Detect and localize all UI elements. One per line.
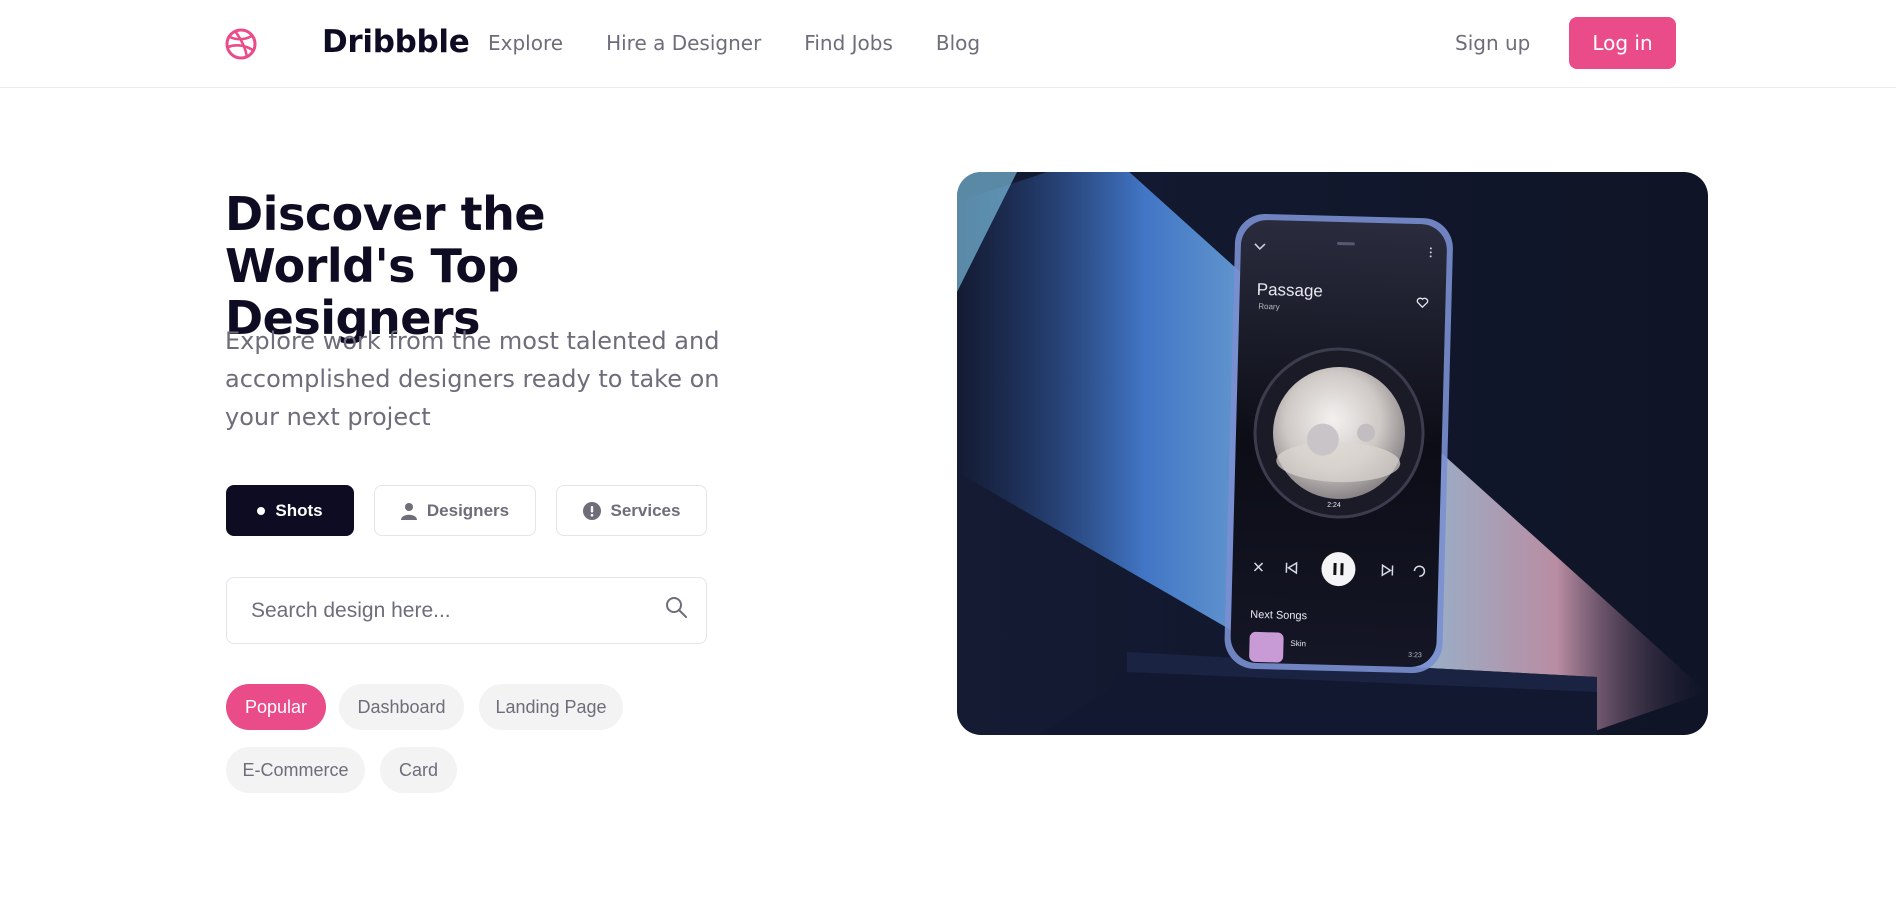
info-icon — [582, 501, 601, 520]
nav-explore[interactable]: Explore — [488, 31, 563, 55]
dot-icon — [257, 506, 266, 515]
tab-shots-label: Shots — [275, 500, 323, 520]
tab-shots[interactable]: Shots — [226, 485, 354, 536]
log-in-button[interactable]: Log in — [1569, 17, 1676, 69]
next-songs-label: Next Songs — [1250, 609, 1308, 622]
person-icon — [400, 502, 417, 520]
search-box — [226, 577, 707, 644]
tag-landing-page[interactable]: Landing Page — [479, 684, 623, 730]
next-song-title: Skin — [1290, 639, 1306, 648]
next-song-duration: 3:23 — [1408, 652, 1422, 659]
song-time: 2:24 — [1327, 502, 1341, 509]
dribbble-logo-icon[interactable] — [224, 27, 258, 61]
search-icon[interactable] — [664, 595, 688, 619]
hero-subtitle: Explore work from the most talented and … — [225, 327, 720, 431]
tab-services[interactable]: Services — [556, 485, 707, 536]
sign-up-link[interactable]: Sign up — [1455, 31, 1530, 55]
tab-services-label: Services — [610, 500, 681, 520]
song-title: Passage — [1257, 280, 1324, 301]
tab-designers-label: Designers — [426, 500, 510, 520]
nav-hire-a-designer[interactable]: Hire a Designer — [606, 31, 761, 55]
tag-card[interactable]: Card — [380, 747, 457, 793]
search-input[interactable] — [251, 596, 631, 626]
tag-popular[interactable]: Popular — [226, 684, 326, 730]
main-nav: Explore Hire a Designer Find Jobs Blog — [488, 31, 980, 55]
category-tabs: Shots Designers Services — [226, 485, 707, 536]
brand-name[interactable]: Dribbble — [322, 24, 470, 60]
nav-blog[interactable]: Blog — [936, 31, 980, 55]
nav-find-jobs[interactable]: Find Jobs — [804, 31, 893, 55]
tag-dashboard[interactable]: Dashboard — [339, 684, 464, 730]
tag-e-commerce[interactable]: E-Commerce — [226, 747, 365, 793]
hero-shot-image[interactable]: Passage Roary 2:24 Next Songs Skin 3:23 — [957, 172, 1708, 735]
hero-title: Discover the World's Top Designers — [225, 187, 546, 345]
song-artist: Roary — [1258, 302, 1280, 312]
tab-designers[interactable]: Designers — [374, 485, 536, 536]
top-header: Dribbble Explore Hire a Designer Find Jo… — [0, 0, 1896, 88]
phone-mockup-illustration: Passage Roary 2:24 Next Songs Skin 3:23 — [957, 172, 1708, 735]
